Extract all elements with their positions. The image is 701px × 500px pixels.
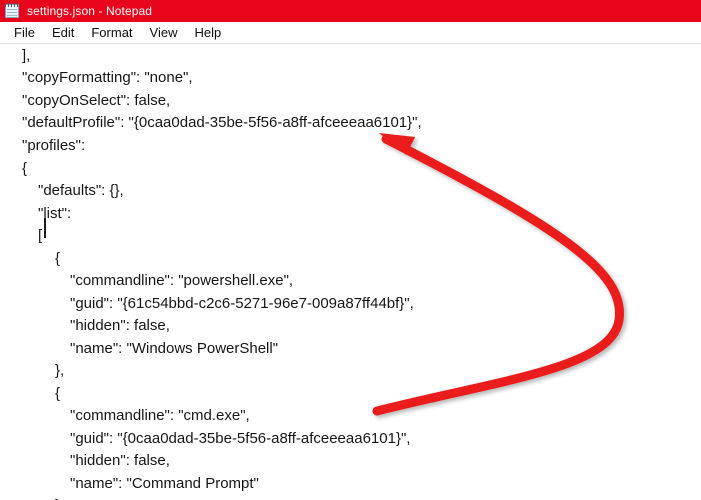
- code-line: "defaults": {},: [38, 182, 124, 199]
- code-line: },: [55, 362, 65, 379]
- notepad-window: settings.json - Notepad File Edit Format…: [0, 0, 701, 500]
- code-line: "hidden": false,: [70, 452, 170, 469]
- code-line: "name": "Command Prompt": [70, 475, 259, 492]
- code-line: ],: [22, 47, 31, 64]
- code-line: "list":: [38, 205, 72, 222]
- code-line: [: [38, 227, 43, 244]
- menu-item-format[interactable]: Format: [83, 23, 141, 43]
- code-line: {: [55, 250, 61, 267]
- menu-item-view[interactable]: View: [142, 23, 187, 43]
- text-editor[interactable]: ], "copyFormatting": "none", "copyOnSelect…: [0, 44, 701, 500]
- code-line: "profiles":: [22, 137, 86, 154]
- code-line: {: [22, 160, 28, 177]
- code-line: "defaultProfile": "{0caa0dad-35be-5f56-a…: [22, 114, 422, 131]
- window-title: settings.json - Notepad: [27, 4, 153, 18]
- menu-item-edit[interactable]: Edit: [44, 23, 83, 43]
- code-line: {: [55, 385, 61, 402]
- code-line: "guid": "{61c54bbd-c2c6-5271-96e7-009a87…: [70, 295, 414, 312]
- menu-bar: File Edit Format View Help: [0, 22, 701, 44]
- code-line: "copyOnSelect": false,: [22, 92, 171, 109]
- notepad-icon: [4, 3, 21, 19]
- code-line: "name": "Windows PowerShell": [70, 340, 279, 357]
- code-line: "commandline": "cmd.exe",: [70, 407, 250, 424]
- title-bar: settings.json - Notepad: [0, 0, 701, 22]
- code-line: "commandline": "powershell.exe",: [70, 272, 294, 289]
- menu-item-help[interactable]: Help: [186, 23, 230, 43]
- code-line: "copyFormatting": "none",: [22, 69, 193, 86]
- code-line: "hidden": false,: [70, 317, 170, 334]
- menu-item-file[interactable]: File: [6, 23, 44, 43]
- text-caret: [44, 218, 46, 238]
- code-line: },: [55, 496, 64, 500]
- code-line: "guid": "{0caa0dad-35be-5f56-a8ff-afceee…: [70, 430, 411, 447]
